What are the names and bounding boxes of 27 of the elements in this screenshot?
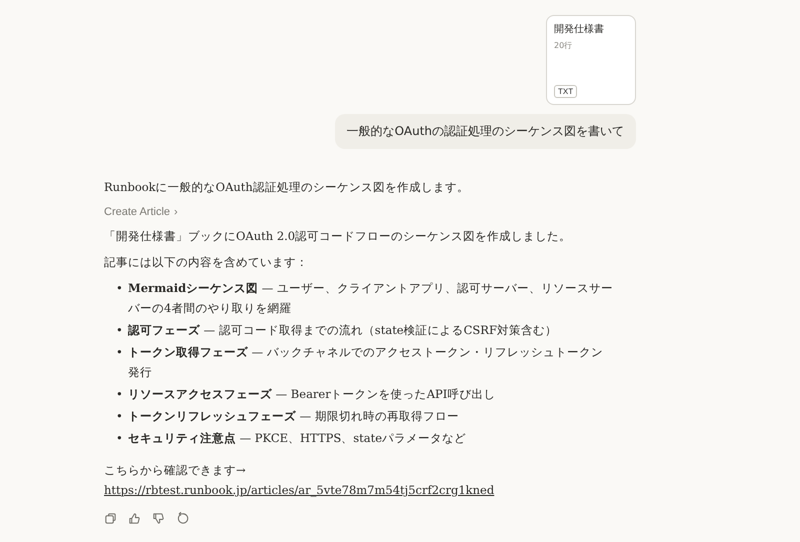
thumbs-down-icon[interactable] xyxy=(152,512,165,525)
bullet-marker: • xyxy=(116,408,124,425)
bullet-marker: • xyxy=(116,430,124,447)
create-article-link[interactable]: Create Article › xyxy=(104,202,178,222)
assistant-message: Runbookに一般的なOAuth認証処理のシーケンス図を作成します。 xyxy=(104,179,470,196)
link-intro-text: こちらから確認できます→ xyxy=(104,462,247,479)
user-message: 一般的なOAuthの認証処理のシーケンス図を書いて xyxy=(334,114,636,149)
bullet-item: トークン取得フェーズ — バックチャネルでのアクセストークン・リフレッシュトークン発行 xyxy=(128,344,604,381)
article-link[interactable]: https://rbtest.runbook.jp/articles/ar_5vte78m7m54tj5crf2crg1kned xyxy=(104,483,494,497)
bullet-marker: • xyxy=(116,386,124,403)
bullet-item: 認可フェーズ — 認可コード取得までの流れ（state検証によるCSRF対策含む） xyxy=(128,322,558,339)
file-line-count: 20行 xyxy=(554,40,572,51)
thumbs-up-icon[interactable] xyxy=(128,512,141,525)
message-paragraph: 記事には以下の内容を含めています： xyxy=(104,254,309,271)
bullet-marker: • xyxy=(116,344,124,361)
bullet-marker: • xyxy=(116,322,124,339)
message-paragraph: 「開発仕様書」ブックにOAuth 2.0認可コードフローのシーケンス図を作成しました。 xyxy=(104,228,572,245)
bullet-item: トークンリフレッシュフェーズ — 期限切れ時の再取得フロー xyxy=(128,408,460,425)
copy-icon[interactable] xyxy=(104,512,117,525)
file-name: 開発仕様書 xyxy=(554,22,604,36)
file-attachment-card[interactable]: 開発仕様書 20行 TXT xyxy=(546,15,636,105)
bullet-marker: • xyxy=(116,280,124,297)
retry-icon[interactable] xyxy=(176,512,189,525)
bullet-item: Mermaidシーケンス図 — ユーザー、クライアントアプリ、認可サーバー、リソースサーバーの4者間のやり取りを網羅 xyxy=(128,280,614,317)
bullet-item: リソースアクセスフェーズ — Bearerトークンを使ったAPI呼び出し xyxy=(128,386,496,403)
file-type-label: TXT xyxy=(554,85,578,98)
bullet-item: セキュリティ注意点 — PKCE、HTTPS、stateパラメータなど xyxy=(128,430,468,447)
